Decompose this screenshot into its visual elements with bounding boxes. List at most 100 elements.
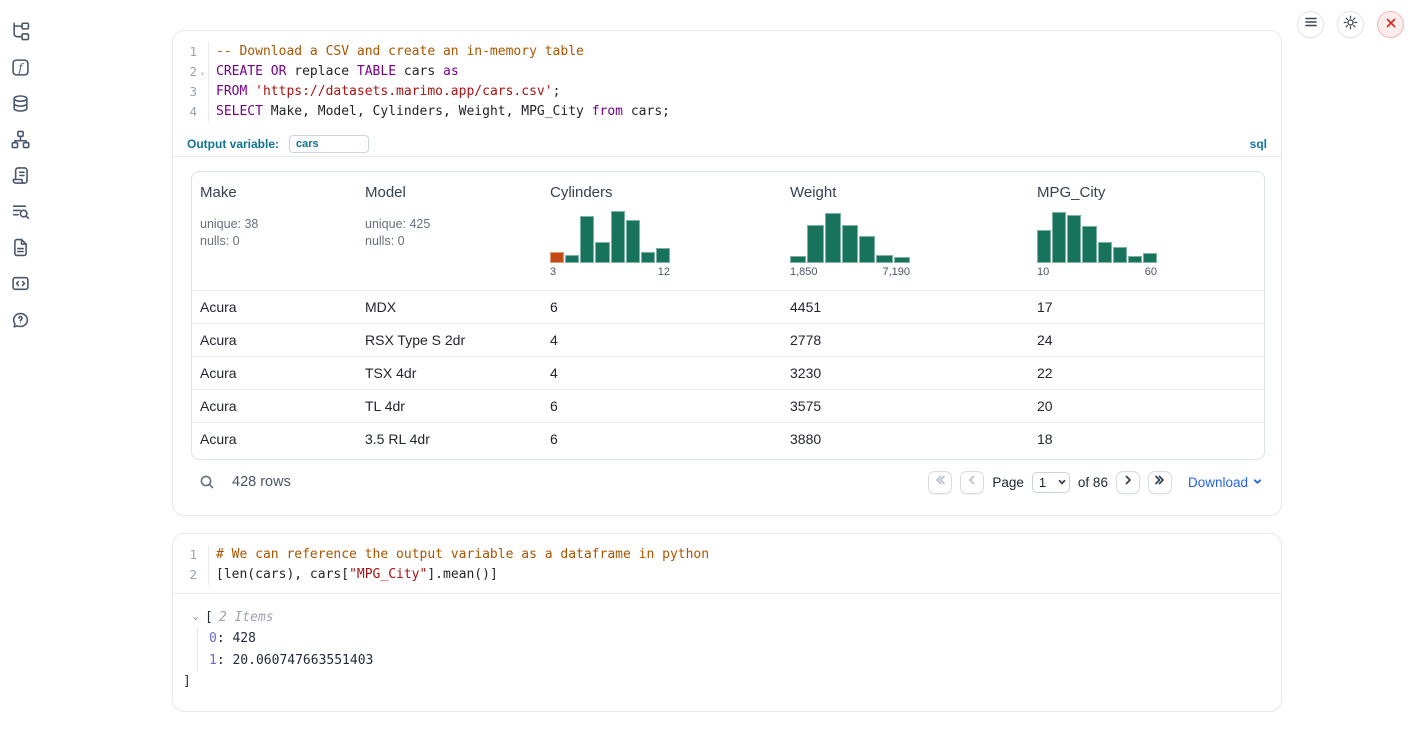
table-cell: 2778 <box>782 332 1029 348</box>
fold-spacer <box>197 42 208 62</box>
close-icon <box>1385 16 1397 34</box>
fold-spacer <box>197 82 208 102</box>
tree-entry: 1: 20.060747663551403 <box>209 650 373 672</box>
histogram-bar <box>842 225 858 263</box>
output-variable-input[interactable] <box>289 135 369 153</box>
table-cell: TSX 4dr <box>357 365 542 381</box>
code-content: CREATE OR replace TABLE cars as <box>209 62 459 82</box>
histogram-bar <box>859 236 875 263</box>
download-button[interactable]: Download <box>1188 475 1263 490</box>
tree-items-count: 2 Items <box>219 610 274 625</box>
table-cell: 4 <box>542 365 782 381</box>
column-title[interactable]: Model <box>365 184 534 201</box>
histogram-bar <box>1052 212 1066 263</box>
table-cell: 6 <box>542 431 782 447</box>
table-row[interactable]: AcuraMDX6445117 <box>192 290 1264 323</box>
code-token: # We can reference the output variable a… <box>216 547 709 562</box>
row-count: 428 rows <box>232 474 291 490</box>
table-row[interactable]: AcuraTL 4dr6357520 <box>192 389 1264 422</box>
dependency-graph-icon[interactable] <box>11 130 30 149</box>
histogram-min-label: 1,850 <box>790 266 818 278</box>
column-histogram: 312 <box>550 210 670 278</box>
function-square-icon[interactable]: f <box>11 58 30 77</box>
histogram-axis-labels: 1,8507,190 <box>790 266 910 278</box>
histogram-bar <box>626 220 640 263</box>
code-content: [len(cars), cars["MPG_City"].mean()] <box>209 565 498 585</box>
search-icon[interactable] <box>199 474 215 490</box>
code-token: CREATE <box>216 64 263 79</box>
code-token: Make, Model, Cylinders, Weight, MPG_City <box>263 104 592 119</box>
gutter: 1 <box>173 545 209 565</box>
histogram-axis-labels: 312 <box>550 266 670 278</box>
histogram-bar <box>790 256 806 263</box>
fold-spacer <box>197 102 208 122</box>
code-content: -- Download a CSV and create an in-memor… <box>209 42 584 62</box>
table-header-row: Make unique: 38nulls: 0 Model unique: 425nu… <box>192 172 1264 290</box>
column-header: Make unique: 38nulls: 0 <box>192 172 357 290</box>
data-table: Make unique: 38nulls: 0 Model unique: 425nu… <box>191 171 1265 460</box>
histogram-bar <box>1113 247 1127 263</box>
tree-entry-separator: : <box>217 631 233 646</box>
snippets-icon[interactable] <box>11 274 30 293</box>
code-content: FROM 'https://datasets.marimo.app/cars.c… <box>209 82 560 102</box>
documentation-icon[interactable] <box>11 238 30 257</box>
gutter: 1 <box>173 42 209 62</box>
file-tree-icon[interactable] <box>11 22 30 41</box>
column-title[interactable]: Cylinders <box>550 184 774 201</box>
settings-button[interactable] <box>1337 11 1364 38</box>
database-icon[interactable] <box>11 94 30 113</box>
page-select[interactable]: 1 <box>1032 472 1070 493</box>
help-icon[interactable] <box>11 310 30 329</box>
table-cell: 4451 <box>782 299 1029 315</box>
histogram-bar <box>595 242 609 263</box>
column-header: Model unique: 425nulls: 0 <box>357 172 542 290</box>
column-title[interactable]: Make <box>200 184 349 201</box>
column-header: Cylinders 312 <box>542 172 782 290</box>
histogram-bar <box>825 213 841 263</box>
next-page-button[interactable] <box>1116 471 1140 494</box>
table-row[interactable]: Acura3.5 RL 4dr6388018 <box>192 422 1264 455</box>
sql-code-editor[interactable]: 1-- Download a CSV and create an in-memo… <box>173 31 1281 122</box>
first-page-button[interactable] <box>928 471 952 494</box>
output-tree: ⌄ [ 2 Items 0: 4281: 20.060747663551403 … <box>173 606 373 692</box>
histogram-bar <box>550 252 564 263</box>
page-label: Page <box>992 475 1024 490</box>
line-number: 1 <box>173 545 197 565</box>
prev-page-button[interactable] <box>960 471 984 494</box>
fold-chevron-icon[interactable]: ⌄ <box>197 62 208 82</box>
menu-button[interactable] <box>1297 11 1324 38</box>
scratchpad-icon[interactable] <box>11 166 30 185</box>
tree-entry-value: 428 <box>232 631 255 646</box>
histogram-bar <box>641 252 655 263</box>
table-row[interactable]: AcuraTSX 4dr4323022 <box>192 356 1264 389</box>
shutdown-button[interactable] <box>1377 11 1404 38</box>
python-code-editor[interactable]: 1 # We can reference the output variable … <box>173 534 1281 585</box>
tree-collapse-chevron-icon[interactable]: ⌄ <box>193 612 205 622</box>
chevron-left-icon <box>966 473 978 491</box>
column-stats: unique: 38nulls: 0 <box>200 216 349 250</box>
tree-entry-separator: : <box>217 653 233 668</box>
column-title[interactable]: Weight <box>790 184 1021 201</box>
histogram-bar <box>611 211 625 263</box>
table-cell: 6 <box>542 398 782 414</box>
table-cell: 6 <box>542 299 782 315</box>
column-title[interactable]: MPG_City <box>1037 184 1256 201</box>
last-page-button[interactable] <box>1148 471 1172 494</box>
left-sidebar: f <box>11 22 33 329</box>
column-stats: unique: 425nulls: 0 <box>365 216 534 250</box>
code-token: replace <box>286 64 356 79</box>
column-histogram: 1,8507,190 <box>790 210 910 278</box>
table-row[interactable]: AcuraRSX Type S 2dr4277824 <box>192 323 1264 356</box>
histogram-min-label: 3 <box>550 266 556 278</box>
code-line: 2[len(cars), cars["MPG_City"].mean()] <box>173 565 1281 585</box>
histogram-bar <box>1067 215 1081 263</box>
histogram-bar <box>1098 242 1112 263</box>
line-number: 4 <box>173 102 197 122</box>
table-cell: Acura <box>192 365 357 381</box>
table-cell: 3575 <box>782 398 1029 414</box>
logs-search-icon[interactable] <box>11 202 30 221</box>
chevrons-left-icon <box>934 473 946 491</box>
code-line: 3FROM 'https://datasets.marimo.app/cars.… <box>173 82 1281 102</box>
code-content: SELECT Make, Model, Cylinders, Weight, M… <box>209 102 670 122</box>
code-token: [len(cars), cars[ <box>216 567 349 582</box>
